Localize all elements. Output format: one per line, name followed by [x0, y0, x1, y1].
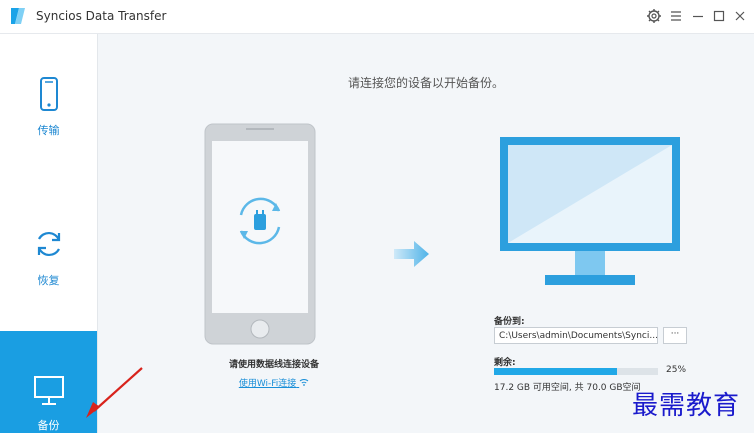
storage-progress-fill — [494, 368, 617, 375]
sidebar-item-transfer[interactable]: 传输 — [0, 64, 97, 164]
computer-monitor-illustration — [500, 137, 680, 285]
phone-icon — [40, 77, 58, 111]
backup-to-label: 备份到: — [494, 317, 525, 327]
phone-illustration — [204, 123, 316, 345]
app-logo-icon — [11, 8, 25, 24]
cable-tip: 请使用数据线连接设备 — [228, 360, 319, 370]
red-annotation-arrow — [86, 367, 143, 418]
backup-path-field[interactable]: C:\Users\admin\Documents\Synci... — [494, 327, 658, 344]
title-bar: Syncios Data Transfer — [0, 0, 754, 34]
storage-progress-bar — [494, 368, 658, 375]
sidebar-item-label: 传输 — [37, 124, 60, 137]
storage-space-info: 17.2 GB 可用空间, 共 70.0 GB空间 — [494, 383, 641, 393]
sidebar-item-restore[interactable]: 恢复 — [0, 214, 97, 314]
remaining-label: 剩余: — [494, 358, 516, 368]
main-panel: 请连接您的设备以开始备份。 请使用数据线连接设备 使用Wi-Fi连接 备份到: … — [98, 34, 754, 433]
wifi-icon — [299, 379, 309, 386]
browse-button[interactable]: ··· — [663, 327, 687, 344]
wifi-connect-link[interactable]: 使用Wi-Fi连接 — [154, 376, 394, 389]
gear-icon[interactable] — [646, 8, 662, 24]
refresh-icon — [37, 231, 61, 257]
monitor-icon — [34, 376, 64, 405]
menu-icon[interactable] — [668, 8, 684, 24]
connect-prompt: 请连接您的设备以开始备份。 — [347, 76, 504, 90]
storage-percent: 25% — [666, 365, 687, 375]
arrow-right-icon — [394, 241, 429, 267]
app-title: Syncios Data Transfer — [36, 9, 167, 23]
sidebar-item-label: 恢复 — [37, 274, 60, 287]
minimize-icon[interactable] — [690, 8, 706, 24]
close-icon[interactable] — [732, 8, 748, 24]
watermark: 最需教育 — [632, 391, 741, 421]
wifi-link-label: 使用Wi-Fi连接 — [238, 379, 297, 389]
maximize-icon[interactable] — [711, 8, 727, 24]
